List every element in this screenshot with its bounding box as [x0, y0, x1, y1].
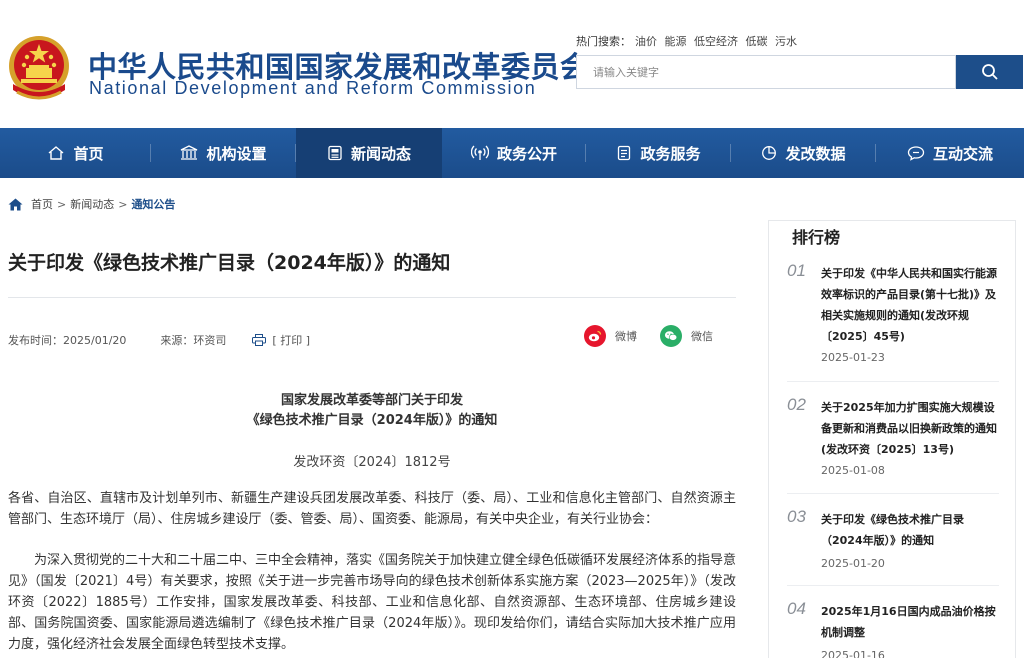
home-icon: [47, 145, 65, 161]
ranking-date: 2025-01-20: [821, 557, 885, 570]
print-label: [ 打印 ]: [272, 334, 310, 347]
hot-search-term[interactable]: 污水: [775, 35, 797, 48]
doc-heading-line1: 国家发展改革委等部门关于印发: [280, 393, 463, 408]
pie-chart-icon: [761, 145, 777, 161]
publish-label: 发布时间：: [8, 334, 63, 347]
wechat-icon: [660, 325, 682, 347]
ranking-title: 排行榜: [792, 228, 841, 247]
article-paragraph: 各省、自治区、直辖市及计划单列市、新疆生产建设兵团发展改革委、科技厅（委、局）、…: [8, 491, 736, 527]
site-title-en[interactable]: National Development and Reform Commissi…: [89, 78, 536, 99]
nav-label: 发改数据: [785, 144, 846, 163]
ranking-date: 2025-01-16: [821, 649, 885, 658]
ranking-link[interactable]: 关于2025年加力扩围实施大规模设备更新和消费品以旧换新政策的通知(发改环资〔2…: [821, 397, 1001, 460]
source-value: 环资司: [193, 334, 227, 347]
print-button[interactable]: [ 打印 ]: [252, 332, 310, 348]
article-title: 关于印发《绿色技术推广目录（2024年版）》的通知: [8, 252, 451, 274]
breadcrumb-home[interactable]: 首页: [31, 196, 53, 212]
search-input[interactable]: [576, 55, 956, 89]
nav-label: 互动交流: [932, 144, 993, 163]
wechat-label: 微信: [691, 330, 713, 343]
broadcast-icon: [470, 145, 489, 161]
home-icon[interactable]: [8, 198, 23, 211]
title-divider: [8, 297, 736, 298]
nav-label: 政务服务: [640, 144, 701, 163]
ranking-date: 2025-01-08: [821, 464, 885, 477]
nav-label: 政务公开: [496, 144, 557, 163]
nav-item-news[interactable]: 新闻动态: [296, 128, 442, 178]
printer-icon: [252, 334, 267, 346]
hot-search-term[interactable]: 低空经济: [694, 35, 738, 48]
share-weibo[interactable]: 微博: [584, 325, 637, 347]
hot-search-term[interactable]: 低碳: [746, 35, 768, 48]
nav-label: 新闻动态: [350, 144, 411, 163]
chat-icon: [907, 145, 925, 161]
breadcrumb-current[interactable]: 通知公告: [131, 196, 175, 212]
breadcrumb-news[interactable]: 新闻动态: [70, 196, 114, 212]
newspaper-icon: [327, 145, 343, 161]
nav-item-home[interactable]: 首页: [0, 128, 151, 178]
nav-item-ndrc-data[interactable]: 发改数据: [731, 128, 876, 178]
building-icon: [180, 145, 198, 161]
main-nav: 首页 机构设置 新闻动态 政务公开 政务服务 发改数据 互动交流: [0, 128, 1024, 178]
hot-search-term[interactable]: 油价: [635, 35, 657, 48]
nav-label: 机构设置: [206, 144, 267, 163]
ranking-link[interactable]: 2025年1月16日国内成品油价格按机制调整: [821, 601, 1001, 643]
weibo-icon: [584, 325, 606, 347]
ranking-panel: 排行榜 01 关于印发《中华人民共和国实行能源效率标识的产品目录(第十七批)》及…: [768, 220, 1016, 658]
article-meta: 发布时间： 2025/01/20 来源： 环资司 [ 打印 ]: [8, 332, 310, 348]
share-wechat[interactable]: 微信: [660, 325, 713, 347]
ranking-number: 03: [787, 507, 806, 526]
ranking-link[interactable]: 关于印发《中华人民共和国实行能源效率标识的产品目录(第十七批)》及相关实施规则的…: [821, 263, 1001, 347]
document-icon: [616, 145, 632, 161]
doc-number: 发改环资〔2024〕1812号: [293, 455, 451, 470]
nav-item-organization[interactable]: 机构设置: [151, 128, 296, 178]
breadcrumb: 首页 > 新闻动态 > 通知公告: [8, 196, 175, 212]
ranking-number: 02: [787, 395, 806, 414]
ranking-number: 04: [787, 599, 806, 618]
breadcrumb-separator: >: [118, 197, 128, 211]
hot-search-term[interactable]: 能源: [665, 35, 687, 48]
ranking-number: 01: [787, 261, 806, 280]
weibo-label: 微博: [615, 330, 637, 343]
ranking-date: 2025-01-23: [821, 351, 885, 364]
site-header: 中华人民共和国国家发展和改革委员会 National Development a…: [0, 0, 1024, 128]
hot-search: 热门搜索： 油价 能源 低空经济 低碳 污水: [576, 33, 797, 49]
national-emblem-logo[interactable]: [7, 34, 71, 106]
article-paragraph: 为深入贯彻党的二十大和二十届二中、三中全会精神，落实《国务院关于加快建立健全绿色…: [8, 553, 737, 652]
breadcrumb-separator: >: [57, 197, 67, 211]
nav-item-interaction[interactable]: 互动交流: [876, 128, 1024, 178]
search-icon: [981, 64, 998, 80]
publish-date: 2025/01/20: [63, 333, 127, 347]
doc-heading-line2: 《绿色技术推广目录（2024年版）》的通知: [246, 413, 498, 428]
source-label: 来源：: [160, 334, 194, 347]
nav-label: 首页: [73, 144, 104, 163]
nav-item-gov-services[interactable]: 政务服务: [586, 128, 731, 178]
search-button[interactable]: [956, 55, 1023, 89]
hot-search-label: 热门搜索：: [576, 35, 631, 48]
nav-item-gov-affairs[interactable]: 政务公开: [442, 128, 586, 178]
ranking-link[interactable]: 关于印发《绿色技术推广目录（2024年版）》的通知: [821, 509, 1001, 551]
